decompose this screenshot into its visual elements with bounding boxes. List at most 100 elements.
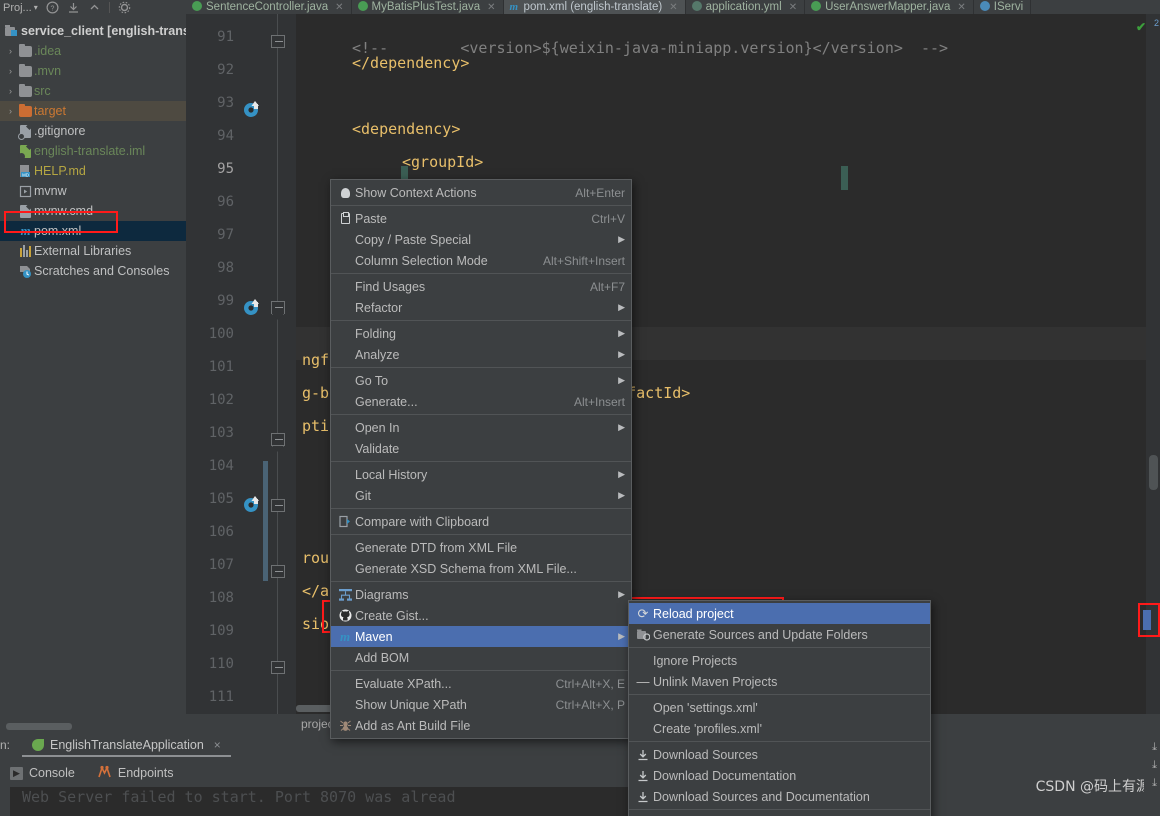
tree-item-scratches-and-consoles[interactable]: Scratches and Consoles	[0, 261, 186, 281]
expand-arrow-icon[interactable]: ›	[4, 106, 17, 116]
menu-item-add-bom[interactable]: Add BOM	[331, 647, 631, 668]
menu-item-analyze[interactable]: Analyze ▶	[331, 344, 631, 365]
run-config-tab[interactable]: EnglishTranslateApplication ×	[22, 735, 231, 757]
menu-item-refactor[interactable]: Refactor ▶	[331, 297, 631, 318]
chevron-down-icon[interactable]: ▾	[34, 3, 38, 12]
menu-item-generate-dtd-from-xml-file[interactable]: Generate DTD from XML File	[331, 537, 631, 558]
menu-item-generate-xsd-schema-from-xml-file[interactable]: Generate XSD Schema from XML File...	[331, 558, 631, 579]
fold-marker[interactable]	[271, 499, 285, 512]
editor-gutter[interactable]: 9091929394959697989910010110210310410510…	[186, 14, 296, 715]
close-icon[interactable]: ✕	[487, 2, 495, 13]
tree-horizontal-scrollbar[interactable]	[6, 723, 72, 730]
tree-item-idea[interactable]: › .idea	[0, 41, 186, 61]
fold-marker[interactable]	[271, 433, 285, 446]
menu-item-go-to[interactable]: Go To ▶	[331, 370, 631, 391]
run-sub-tabs[interactable]: ▶ Console Endpoints	[10, 762, 173, 784]
line-number: 106	[208, 524, 234, 540]
menu-item-show-context-actions[interactable]: Show Context Actions Alt+Enter	[331, 182, 631, 203]
menu-item-label: Reload project	[653, 606, 734, 621]
menu-item-download-documentation[interactable]: Download Documentation	[629, 765, 930, 786]
tree-item-help-md[interactable]: MD HELP.md	[0, 161, 186, 181]
editor-tab-mybatisplustest[interactable]: MyBatisPlusTest.java ✕	[352, 0, 504, 14]
fold-marker[interactable]	[271, 35, 285, 48]
menu-item-git[interactable]: Git ▶	[331, 485, 631, 506]
tree-item-mvnw-cmd[interactable]: mvnw.cmd	[0, 201, 186, 221]
menu-item-open-in[interactable]: Open In ▶	[331, 417, 631, 438]
maven-update-gutter-icon[interactable]	[242, 98, 264, 120]
editor-tab-pom[interactable]: m pom.xml (english-translate) ✕	[503, 0, 686, 14]
tree-item-target[interactable]: › target	[0, 101, 186, 121]
menu-item-create-gist[interactable]: Create Gist...	[331, 605, 631, 626]
tree-item-mvnw[interactable]: mvnw	[0, 181, 186, 201]
menu-item-local-history[interactable]: Local History ▶	[331, 464, 631, 485]
right-side-rail[interactable]: ⤓ ⤓ ⤓	[1144, 733, 1160, 816]
menu-item-compare-with-clipboard[interactable]: Compare with Clipboard	[331, 511, 631, 532]
maven-update-gutter-icon[interactable]	[242, 493, 264, 515]
download-rail-icon[interactable]: ⤓	[1152, 741, 1157, 754]
menu-item-find-usages[interactable]: Find Usages Alt+F7	[331, 276, 631, 297]
editor-tab-sentencecontroller[interactable]: SentenceController.java ✕	[186, 0, 352, 14]
download-rail-icon[interactable]: ⤓	[1152, 759, 1157, 772]
up-arrow-icon[interactable]	[88, 1, 101, 14]
menu-item-evaluate-xpath[interactable]: Evaluate XPath... Ctrl+Alt+X, E	[331, 673, 631, 694]
menu-item-show-unique-xpath[interactable]: Show Unique XPath Ctrl+Alt+X, P	[331, 694, 631, 715]
editor-tab-bar[interactable]: SentenceController.java ✕ MyBatisPlusTest.…	[186, 0, 1160, 14]
close-icon[interactable]: ✕	[669, 2, 677, 13]
maven-update-gutter-icon[interactable]	[242, 296, 264, 318]
tree-item-gitignore[interactable]: .gitignore	[0, 121, 186, 141]
menu-item-unlink-maven-projects[interactable]: — Unlink Maven Projects	[629, 671, 930, 692]
expand-arrow-icon[interactable]: ›	[4, 86, 17, 96]
inspection-ok-icon[interactable]: ✔	[1136, 20, 1146, 34]
close-icon[interactable]: ✕	[789, 2, 797, 13]
menu-item-reload-project[interactable]: ⟳ Reload project	[629, 603, 930, 624]
tree-item-english-translate-iml[interactable]: english-translate.iml	[0, 141, 186, 161]
project-toolbar-label[interactable]: Proj...	[3, 2, 32, 14]
tree-row-root[interactable]: service_client [english-transl	[0, 21, 186, 41]
tree-item-external-libraries[interactable]: External Libraries	[0, 241, 186, 261]
fold-marker-tail	[272, 314, 284, 320]
fold-marker[interactable]	[271, 661, 285, 674]
collapse-all-icon[interactable]	[67, 1, 80, 14]
settings-gear-icon[interactable]	[118, 1, 131, 14]
editor-context-menu[interactable]: Show Context Actions Alt+Enter Paste Ctrl+V…	[330, 179, 632, 739]
menu-item-diagrams[interactable]: Diagrams ▶	[331, 584, 631, 605]
close-icon[interactable]: ✕	[957, 2, 965, 13]
run-subtab-endpoints[interactable]: Endpoints	[97, 765, 173, 781]
menu-item-create-profiles-xml[interactable]: Create 'profiles.xml'	[629, 718, 930, 739]
tree-item-pom-xml[interactable]: m pom.xml	[0, 221, 186, 241]
tree-item-src[interactable]: › src	[0, 81, 186, 101]
menu-item-download-sources[interactable]: Download Sources	[629, 744, 930, 765]
menu-item-shortcut: Alt+F7	[589, 279, 625, 294]
project-tree-panel[interactable]: service_client [english-transl › .idea › .m…	[0, 15, 186, 715]
close-icon[interactable]: ✕	[335, 2, 343, 13]
close-icon[interactable]: ×	[214, 738, 221, 752]
menu-item-validate[interactable]: Validate	[331, 438, 631, 459]
maven-submenu[interactable]: ⟳ Reload project Generate Sources and Upda…	[628, 600, 931, 816]
fold-marker[interactable]	[271, 301, 285, 314]
menu-item-generate-sources-and-update-folders[interactable]: Generate Sources and Update Folders	[629, 624, 930, 645]
editor-tab-application[interactable]: application.yml ✕	[686, 0, 806, 14]
fold-marker[interactable]	[271, 565, 285, 578]
menu-item-show-effective-pom[interactable]: Show Effective POM	[629, 812, 930, 816]
menu-item-download-sources-and-documentation[interactable]: Download Sources and Documentation	[629, 786, 930, 807]
tree-item-mvn[interactable]: › .mvn	[0, 61, 186, 81]
menu-item-add-as-ant-build-file[interactable]: Add as Ant Build File	[331, 715, 631, 736]
reload-icon: ⟳	[637, 605, 649, 621]
menu-item-paste[interactable]: Paste Ctrl+V	[331, 208, 631, 229]
menu-item-copy-paste-special[interactable]: Copy / Paste Special ▶	[331, 229, 631, 250]
menu-item-maven[interactable]: m Maven ▶	[331, 626, 631, 647]
expand-arrow-icon[interactable]: ›	[4, 46, 17, 56]
editor-tab-iservi[interactable]: IServi	[974, 0, 1032, 14]
menu-item-open-settings-xml[interactable]: Open 'settings.xml'	[629, 697, 930, 718]
download-rail-icon[interactable]: ⤓	[1152, 777, 1157, 790]
editor-vertical-scrollbar[interactable]	[1149, 455, 1158, 490]
menu-item-ignore-projects[interactable]: Ignore Projects	[629, 650, 930, 671]
editor-tab-useranswermapper[interactable]: UserAnswerMapper.java ✕	[805, 0, 974, 14]
run-subtab-console[interactable]: ▶ Console	[10, 766, 75, 780]
menu-item-column-selection-mode[interactable]: Column Selection Mode Alt+Shift+Insert	[331, 250, 631, 271]
help-icon[interactable]: ?	[46, 1, 59, 14]
run-tool-window[interactable]: n: EnglishTranslateApplication × ▶ Consol…	[0, 733, 1160, 816]
menu-item-folding[interactable]: Folding ▶	[331, 323, 631, 344]
expand-arrow-icon[interactable]: ›	[4, 66, 17, 76]
menu-item-generate[interactable]: Generate... Alt+Insert	[331, 391, 631, 412]
